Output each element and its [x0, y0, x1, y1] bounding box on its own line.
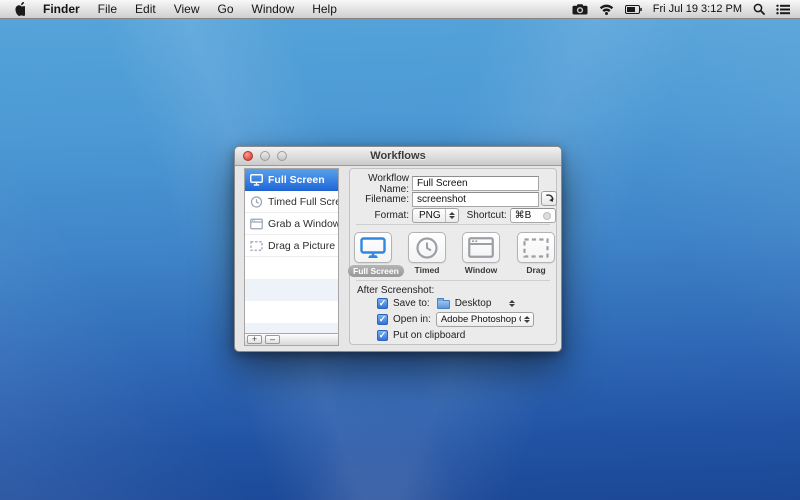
- user-switch-list-icon[interactable]: [776, 4, 790, 15]
- workflow-item-full-screen[interactable]: Full Screen: [245, 169, 338, 191]
- window-body: Full Screen Timed Full Screen Grab a Win…: [235, 165, 561, 351]
- filename-token-button[interactable]: [541, 191, 557, 206]
- drag-icon: [250, 240, 263, 252]
- workflow-name-input[interactable]: Full Screen: [412, 176, 539, 191]
- selected-capture-label: Full Screen: [348, 265, 404, 277]
- close-button[interactable]: [243, 151, 253, 161]
- workflow-rows: Full Screen Timed Full Screen Grab a Win…: [245, 169, 338, 333]
- open-in-value: Adobe Photoshop CS5: [441, 314, 521, 325]
- filename-input[interactable]: screenshot: [412, 192, 539, 207]
- clipboard-row: ✓ Put on clipboard: [377, 329, 465, 342]
- workflow-item-timed-full-screen[interactable]: Timed Full Screen: [245, 191, 338, 213]
- menu-window[interactable]: Window: [243, 0, 304, 18]
- save-to-checkbox[interactable]: ✓: [377, 298, 388, 309]
- wifi-status-icon[interactable]: [599, 4, 614, 15]
- open-in-label: Open in:: [393, 314, 431, 325]
- save-to-value[interactable]: Desktop: [455, 298, 492, 309]
- zoom-button[interactable]: [277, 151, 287, 161]
- capture-type-timed-button[interactable]: [408, 232, 446, 263]
- menu-bar-clock[interactable]: Fri Jul 19 3:12 PM: [653, 3, 742, 15]
- save-to-row: ✓ Save to: Desktop: [377, 297, 518, 310]
- camera-status-icon[interactable]: [572, 4, 588, 15]
- drag-icon: [523, 238, 549, 258]
- shortcut-input[interactable]: ⌘B: [510, 208, 556, 223]
- capture-type-full-screen-button[interactable]: [354, 232, 392, 263]
- popup-stepper-icon[interactable]: [506, 297, 518, 310]
- list-footer: + –: [245, 333, 338, 345]
- open-in-checkbox[interactable]: ✓: [377, 314, 388, 325]
- menu-bar-left: Finder File Edit View Go Window Help: [4, 0, 346, 18]
- format-popup[interactable]: PNG: [412, 208, 459, 223]
- format-label: Format:: [350, 210, 412, 221]
- filename-label: Filename:: [350, 194, 412, 205]
- menu-file[interactable]: File: [89, 0, 126, 18]
- capture-type-label: Timed: [402, 265, 452, 275]
- capture-type-drag-button[interactable]: [517, 232, 555, 263]
- clipboard-label: Put on clipboard: [393, 330, 465, 341]
- remove-workflow-button[interactable]: –: [265, 335, 280, 344]
- minimize-button[interactable]: [260, 151, 270, 161]
- apple-logo-icon: [13, 2, 25, 16]
- workflow-item-label: Full Screen: [268, 174, 325, 186]
- capture-type-label: Window: [456, 265, 506, 275]
- battery-status-icon[interactable]: [625, 5, 642, 14]
- workflows-window: Workflows Full Screen Timed Full Screen …: [234, 146, 562, 352]
- format-row: Format: PNG Shortcut: ⌘B: [350, 208, 556, 223]
- filename-row: Filename: screenshot: [350, 192, 556, 207]
- workflow-item-label: Drag a Picture: [268, 240, 335, 252]
- display-icon: [360, 237, 386, 259]
- window-titlebar[interactable]: Workflows: [235, 147, 561, 166]
- window-title: Workflows: [370, 150, 425, 162]
- workflow-item-label: Timed Full Screen: [268, 196, 338, 208]
- spotlight-search-icon[interactable]: [753, 3, 765, 15]
- section-divider: [356, 224, 550, 225]
- format-value: PNG: [413, 210, 445, 221]
- after-screenshot-title: After Screenshot:: [357, 285, 434, 296]
- capture-type-label: Drag: [511, 265, 561, 275]
- open-in-popup[interactable]: Adobe Photoshop CS5: [436, 312, 534, 327]
- clock-icon: [415, 236, 439, 260]
- menu-help[interactable]: Help: [303, 0, 346, 18]
- window-icon: [250, 218, 263, 230]
- window-icon: [468, 237, 494, 258]
- capture-type-window-button[interactable]: [462, 232, 500, 263]
- workflow-name-row: Workflow Name: Full Screen: [350, 176, 556, 191]
- workflow-item-grab-a-window[interactable]: Grab a Window: [245, 213, 338, 235]
- workflow-settings-group: Workflow Name: Full Screen Filename: scr…: [349, 168, 557, 345]
- clear-shortcut-icon[interactable]: [543, 212, 551, 220]
- popup-stepper-icon: [521, 313, 533, 326]
- add-workflow-button[interactable]: +: [247, 335, 262, 344]
- workflow-item-drag-a-picture[interactable]: Drag a Picture: [245, 235, 338, 257]
- menu-bar-status: Fri Jul 19 3:12 PM: [572, 3, 796, 15]
- traffic-lights: [243, 151, 287, 161]
- menu-bar: Finder File Edit View Go Window Help Fri…: [0, 0, 800, 19]
- clock-icon: [250, 196, 263, 208]
- menu-edit[interactable]: Edit: [126, 0, 165, 18]
- display-icon: [250, 174, 263, 186]
- shortcut-label: Shortcut:: [459, 210, 510, 221]
- clipboard-checkbox[interactable]: ✓: [377, 330, 388, 341]
- menu-go[interactable]: Go: [209, 0, 243, 18]
- capture-type-label: Full Screen: [348, 265, 398, 277]
- workflow-list: Full Screen Timed Full Screen Grab a Win…: [244, 168, 339, 346]
- folder-icon: [437, 300, 450, 309]
- open-in-row: ✓ Open in: Adobe Photoshop CS5: [377, 313, 534, 326]
- insert-token-icon: [544, 193, 555, 204]
- menu-finder[interactable]: Finder: [34, 0, 89, 18]
- shortcut-value: ⌘B: [515, 210, 532, 221]
- section-divider: [356, 280, 550, 281]
- workflow-item-label: Grab a Window: [268, 218, 338, 230]
- save-to-label: Save to:: [393, 298, 430, 309]
- popup-stepper-icon: [445, 209, 458, 222]
- apple-menu[interactable]: [4, 0, 34, 18]
- menu-view[interactable]: View: [165, 0, 209, 18]
